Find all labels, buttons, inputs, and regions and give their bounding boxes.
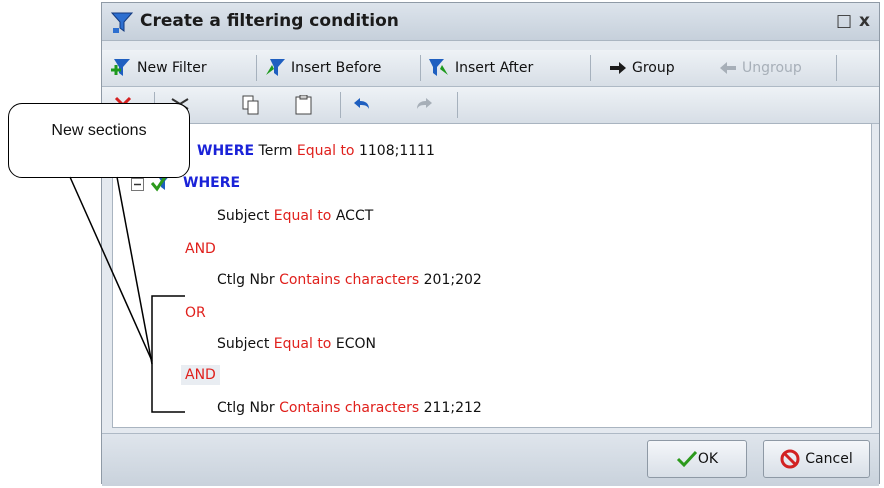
condition-row[interactable]: Subject Equal to ACCT <box>217 208 373 224</box>
condition-value: 201;202 <box>423 272 482 288</box>
connector-and-selected[interactable]: AND <box>181 365 220 385</box>
redo-button[interactable] <box>415 87 438 123</box>
toolbar-separator <box>836 55 837 81</box>
insert-before-button[interactable]: Insert Before <box>264 50 381 86</box>
insert-before-label: Insert Before <box>291 60 382 76</box>
field-name: Subject <box>217 208 270 224</box>
cancel-button[interactable]: Cancel <box>763 440 870 478</box>
where-keyword: WHERE <box>197 143 255 159</box>
new-filter-label: New Filter <box>137 60 207 76</box>
annotation-callout: New sections <box>8 103 190 178</box>
undo-button[interactable] <box>353 87 376 123</box>
field-name: Ctlg Nbr <box>217 272 275 288</box>
toolbar-separator <box>340 92 341 118</box>
collapse-icon[interactable] <box>131 178 144 191</box>
insert-before-icon <box>266 59 285 76</box>
toolbar-separator <box>457 92 458 118</box>
arrow-left-icon <box>720 62 736 74</box>
cancel-label: Cancel <box>805 451 853 467</box>
filter-dialog: Create a filtering condition □ x New Fil… <box>101 2 880 486</box>
condition-tree: WHERE Term Equal to 1108;1111 WHERE Subj… <box>112 123 872 428</box>
field-name: Ctlg Nbr <box>217 400 275 416</box>
operator: Contains characters <box>279 272 420 288</box>
field-name: Subject <box>217 336 270 352</box>
where-keyword: WHERE <box>183 175 241 191</box>
condition-row[interactable]: Ctlg Nbr Contains characters 201;202 <box>217 272 482 288</box>
arrow-right-icon <box>610 62 626 74</box>
new-filter-icon <box>111 59 130 76</box>
connector-or[interactable]: OR <box>185 305 206 321</box>
main-toolbar: New Filter Insert Before Insert After Gr… <box>102 50 879 87</box>
callout-text: New sections <box>51 122 147 139</box>
insert-after-label: Insert After <box>455 60 534 76</box>
condition-row[interactable]: Ctlg Nbr Contains characters 211;212 <box>217 400 482 416</box>
operator: Equal to <box>273 208 332 224</box>
undo-icon <box>354 98 369 109</box>
redo-icon <box>417 98 432 109</box>
filter-funnel-icon <box>110 12 134 33</box>
field-name: Term <box>258 143 293 159</box>
ok-button[interactable]: OK <box>647 440 747 478</box>
insert-after-icon <box>429 59 448 76</box>
copy-icon <box>242 95 259 115</box>
title-bar: Create a filtering condition □ x <box>102 3 879 41</box>
operator: Contains characters <box>279 400 420 416</box>
connector-and[interactable]: AND <box>185 241 216 257</box>
operator: Equal to <box>273 336 332 352</box>
cancel-icon <box>780 449 800 469</box>
operator: Equal to <box>296 143 355 159</box>
ungroup-button[interactable]: Ungroup <box>719 50 802 86</box>
toolbar-separator <box>256 55 257 81</box>
maximize-button[interactable]: □ <box>836 12 852 30</box>
group-row[interactable]: WHERE <box>183 175 240 191</box>
paste-button[interactable] <box>295 87 318 123</box>
condition-value: 211;212 <box>423 400 482 416</box>
condition-row[interactable]: Subject Equal to ECON <box>217 336 376 352</box>
toolbar-separator <box>590 55 591 81</box>
condition-value: ECON <box>335 336 376 352</box>
toolbar-separator <box>420 55 421 81</box>
group-button[interactable]: Group <box>609 50 675 86</box>
dialog-footer: OK Cancel <box>102 433 879 486</box>
new-filter-button[interactable]: New Filter <box>110 50 207 86</box>
copy-button[interactable] <box>242 87 265 123</box>
condition-row[interactable]: WHERE Term Equal to 1108;1111 <box>197 143 435 159</box>
paste-icon <box>295 95 312 115</box>
insert-after-button[interactable]: Insert After <box>428 50 533 86</box>
condition-value: 1108;1111 <box>358 143 435 159</box>
condition-value: ACCT <box>335 208 374 224</box>
checkmark-icon <box>676 450 697 468</box>
group-label: Group <box>632 60 675 76</box>
dialog-title: Create a filtering condition <box>140 11 399 31</box>
ungroup-label: Ungroup <box>742 60 802 76</box>
edit-toolbar <box>102 87 879 124</box>
close-button[interactable]: x <box>859 12 870 30</box>
ok-label: OK <box>697 451 719 467</box>
